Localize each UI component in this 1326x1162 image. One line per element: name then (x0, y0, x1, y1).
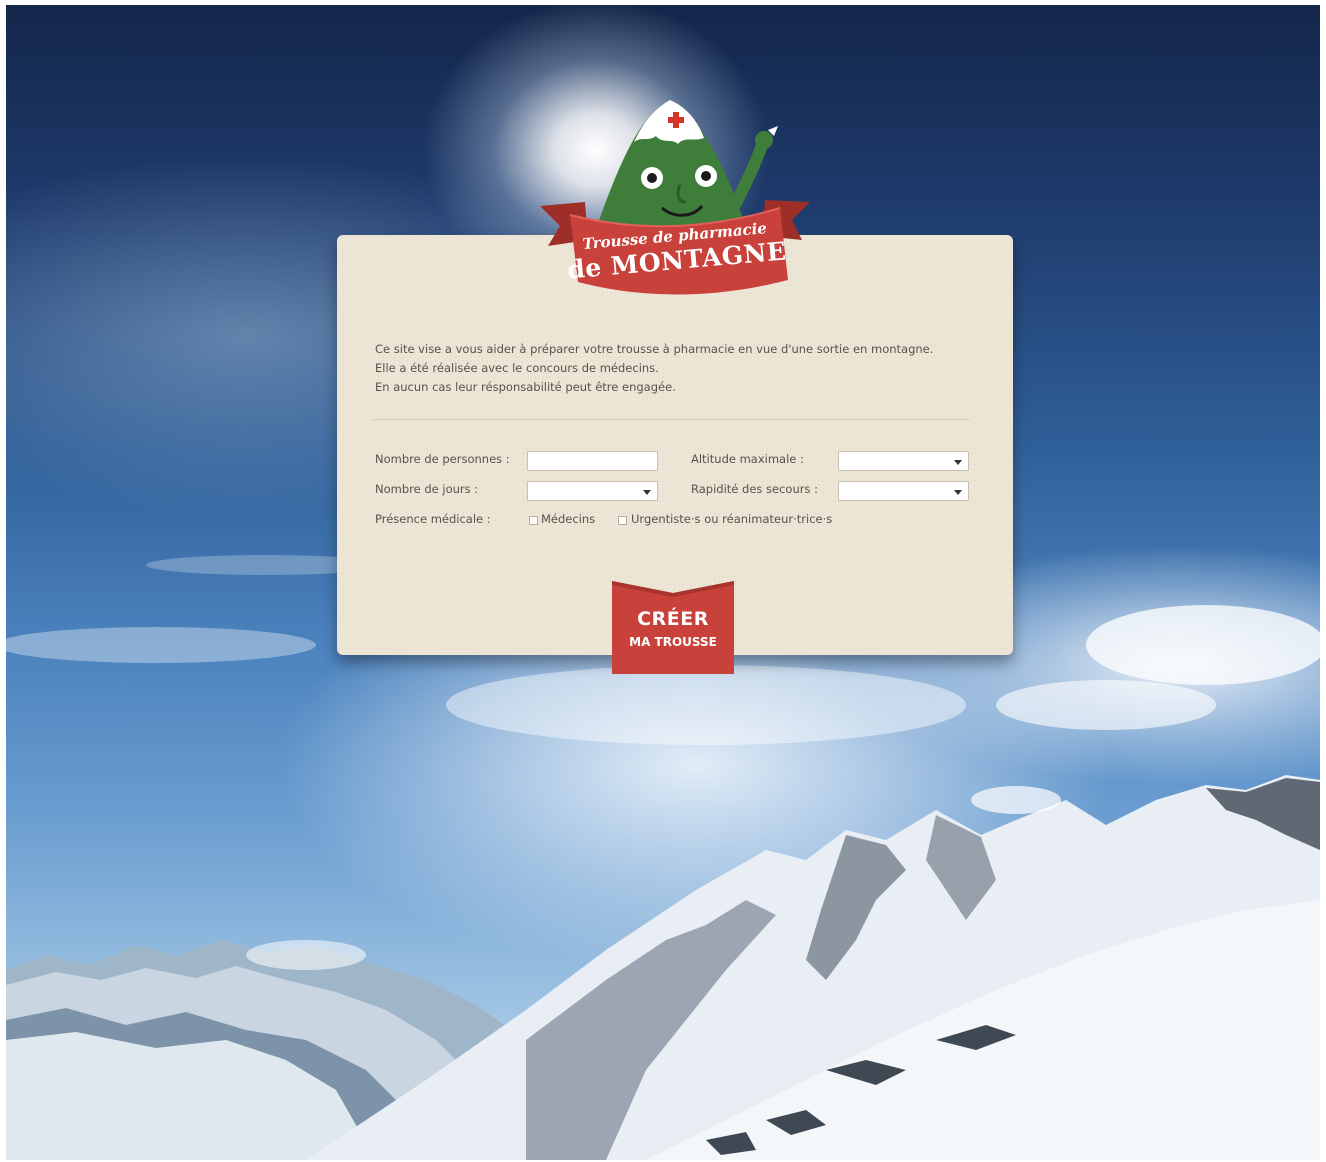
mascot-logo (540, 100, 810, 295)
create-button-line1: CRÉER (637, 608, 709, 630)
intro-line3: En aucun cas leur résponsabilité peut êt… (375, 380, 676, 394)
altitude-select[interactable] (838, 451, 969, 471)
days-select[interactable] (527, 481, 658, 501)
create-kit-button[interactable]: CRÉER MA TROUSSE (612, 581, 734, 674)
emergency-checkbox[interactable] (618, 516, 627, 525)
emergency-checkbox-label[interactable]: Urgentiste·s ou réanimateur·trice·s (631, 512, 832, 526)
doctors-checkbox-label[interactable]: Médecins (541, 512, 595, 526)
create-button-line2: MA TROUSSE (629, 635, 717, 649)
days-label: Nombre de jours : (375, 482, 479, 496)
intro-line1: Ce site vise a vous aider à préparer vot… (375, 342, 934, 356)
persons-input[interactable] (527, 451, 658, 471)
intro-text: Ce site vise a vous aider à préparer vot… (375, 340, 975, 397)
rescue-select[interactable] (838, 481, 969, 501)
persons-label: Nombre de personnes : (375, 452, 510, 466)
medical-label: Présence médicale : (375, 512, 491, 526)
divider (372, 419, 970, 420)
chevron-down-icon (954, 490, 962, 495)
rescue-label: Rapidité des secours : (691, 482, 818, 496)
chevron-down-icon (643, 490, 651, 495)
altitude-label: Altitude maximale : (691, 452, 804, 466)
doctors-checkbox[interactable] (529, 516, 538, 525)
chevron-down-icon (954, 460, 962, 465)
intro-line2: Elle a été réalisée avec le concours de … (375, 361, 659, 375)
